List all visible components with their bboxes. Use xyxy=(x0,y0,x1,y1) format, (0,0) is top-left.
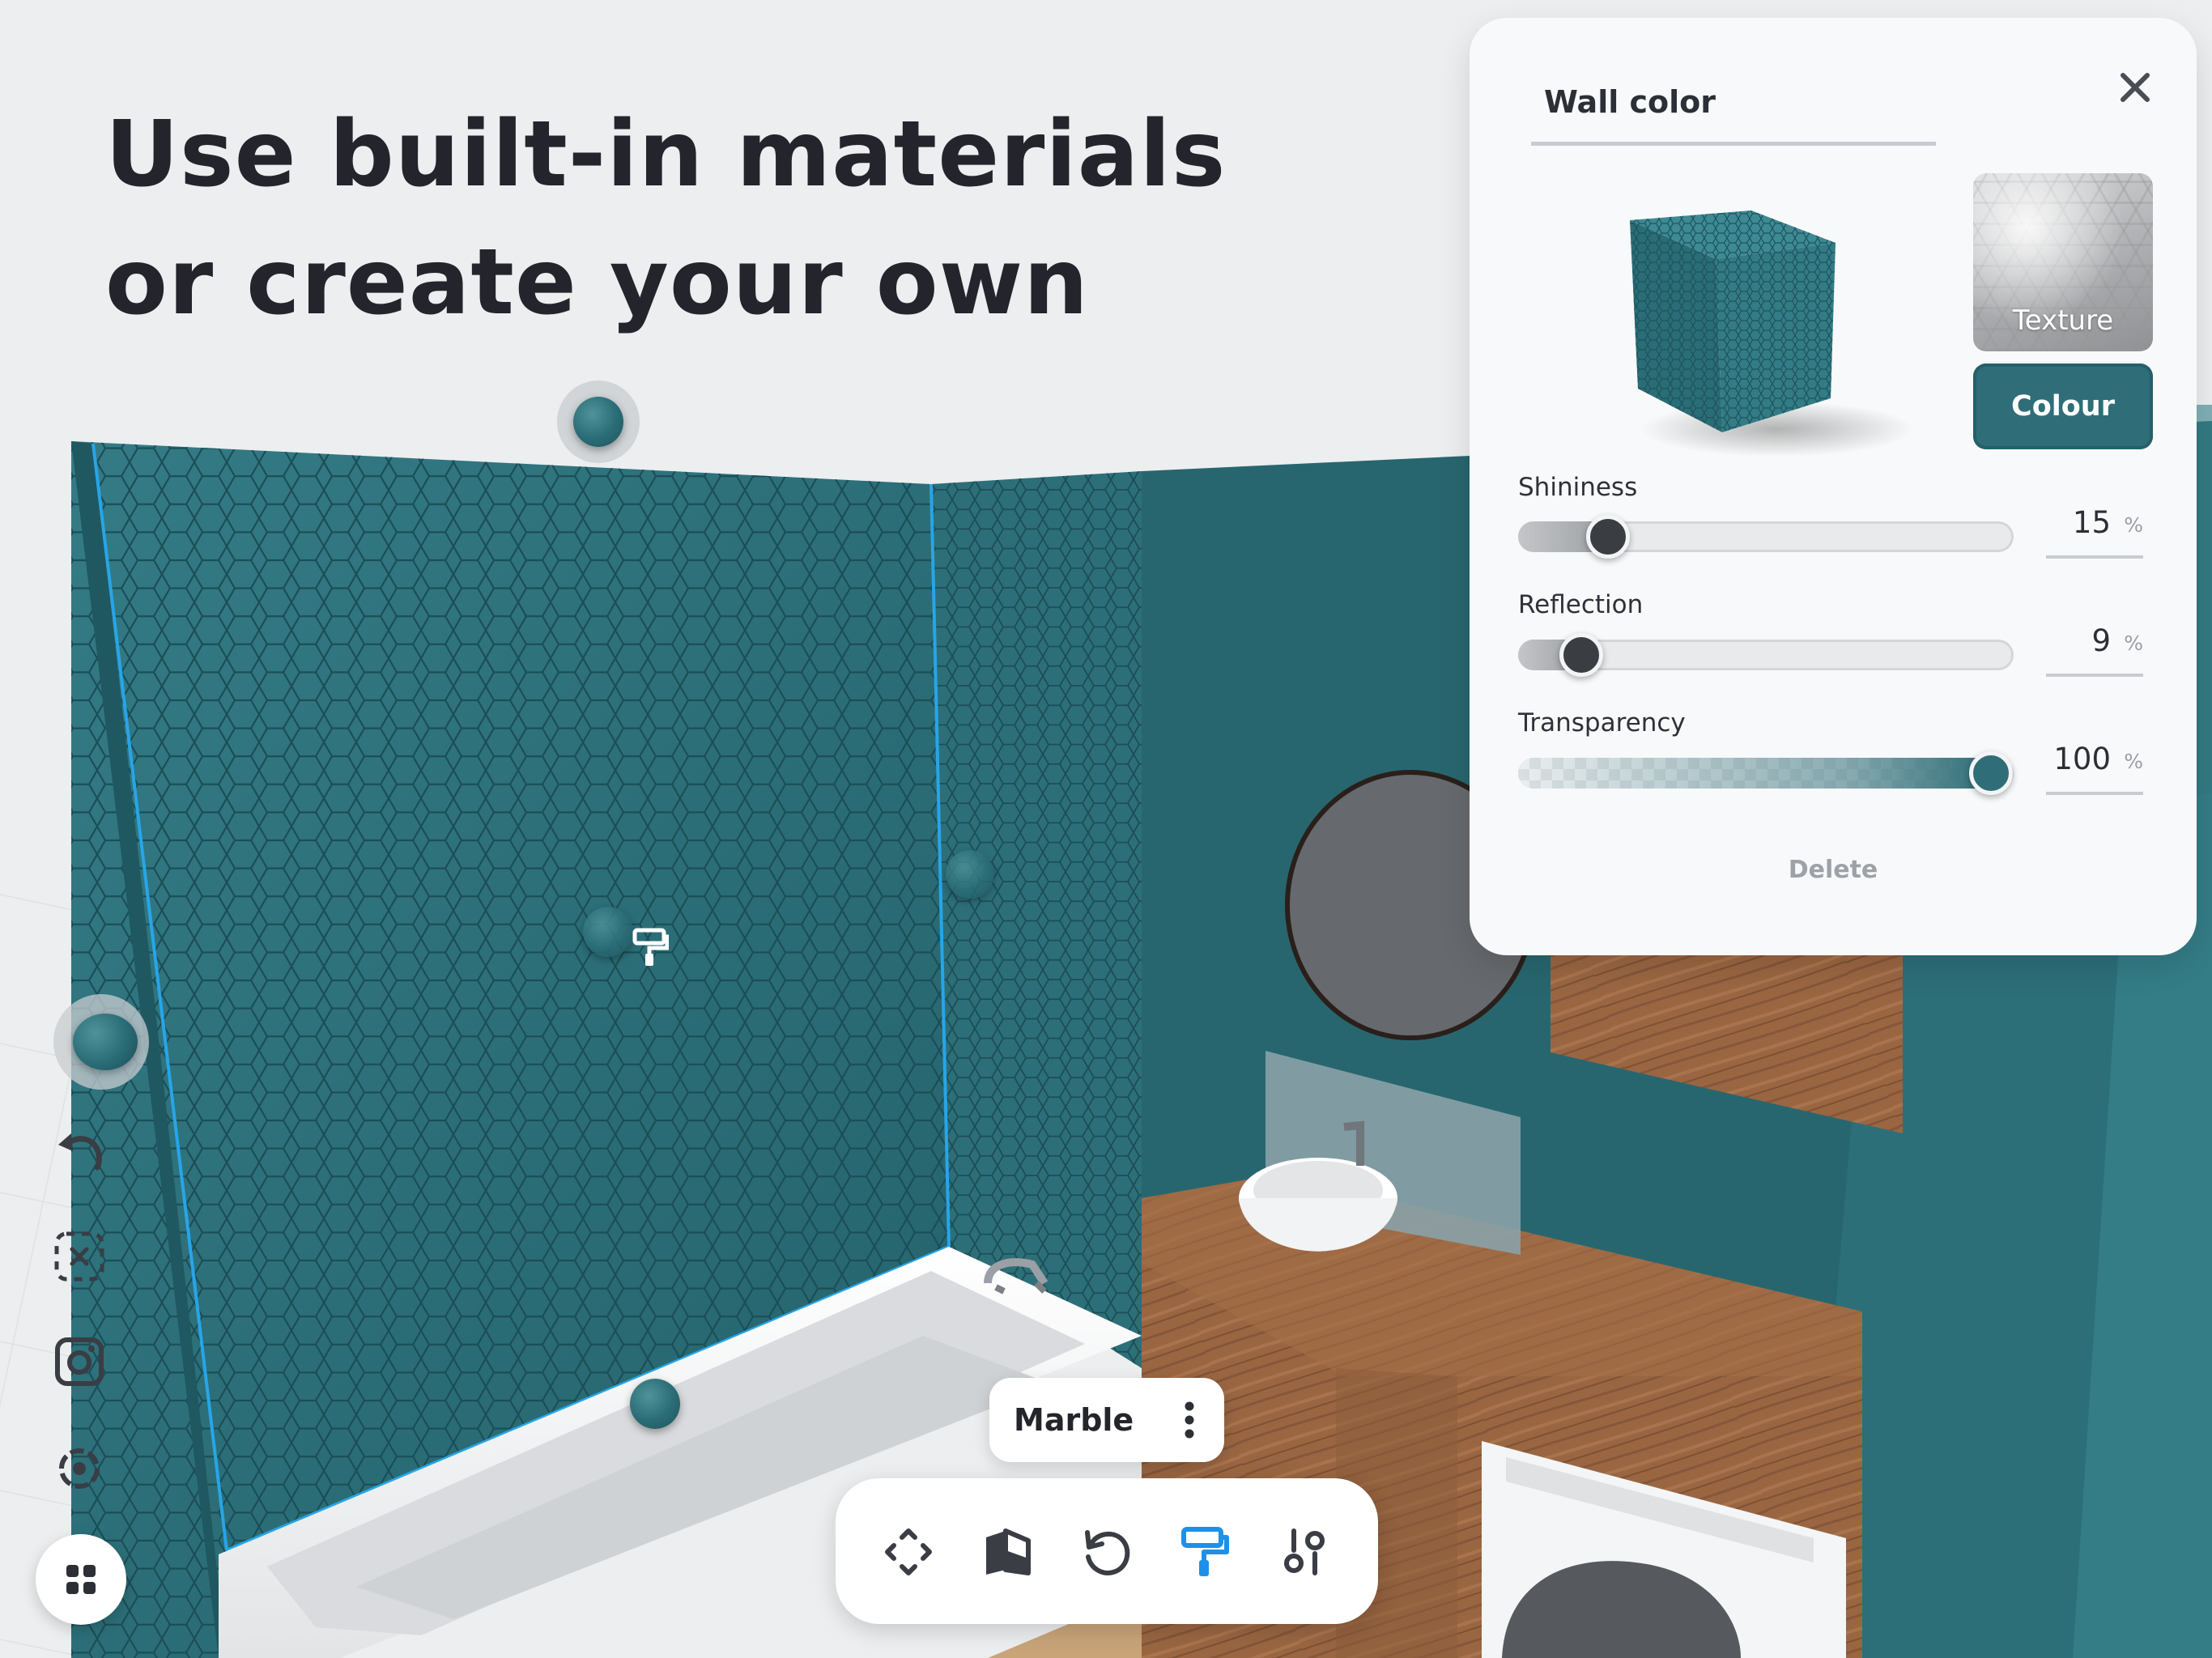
rotate-icon xyxy=(1085,1530,1130,1575)
transparency-slider-fill xyxy=(1518,758,1992,789)
material-button[interactable] xyxy=(971,1516,1044,1588)
focus-view-button[interactable] xyxy=(49,1438,110,1499)
camera-icon xyxy=(55,1337,104,1386)
close-button[interactable] xyxy=(2112,65,2158,110)
material-editor-panel: Wall color Texture Colour Shininess 15 %… xyxy=(1470,18,2197,955)
transparency-slider-thumb[interactable] xyxy=(1969,751,2014,795)
undo-icon xyxy=(58,1133,102,1171)
shininess-unit: % xyxy=(2124,513,2143,537)
transparency-value-field[interactable]: 100 % xyxy=(2046,738,2143,795)
colour-button[interactable]: Colour xyxy=(1973,363,2153,449)
rotate-button[interactable] xyxy=(1070,1516,1143,1588)
undo-button[interactable] xyxy=(49,1119,110,1180)
reflection-label: Reflection xyxy=(1518,590,1644,619)
move-icon xyxy=(885,1528,932,1575)
transparency-unit: % xyxy=(2124,750,2143,773)
promo-headline: Use built-in materials or create your ow… xyxy=(105,91,1320,346)
reflection-slider[interactable] xyxy=(1518,633,2014,677)
screenshot-button[interactable] xyxy=(49,1331,110,1392)
material-icon xyxy=(986,1528,1031,1575)
shininess-label: Shininess xyxy=(1518,473,1638,502)
material-options-button[interactable] xyxy=(1169,1394,1210,1446)
paint-button[interactable] xyxy=(1169,1516,1242,1588)
adjust-button[interactable] xyxy=(1269,1516,1342,1588)
apps-menu-button[interactable] xyxy=(36,1534,126,1625)
adjust-icon xyxy=(1284,1528,1325,1575)
paint-roller-cursor-icon xyxy=(632,927,670,967)
material-hotspot-wall-left[interactable] xyxy=(583,907,633,957)
shininess-value-field[interactable]: 15 % xyxy=(2046,502,2143,559)
material-hotspot-wall-top[interactable] xyxy=(573,397,623,447)
material-preview-cube xyxy=(1630,210,1915,457)
shininess-slider[interactable] xyxy=(1518,515,2014,559)
deselect-button[interactable] xyxy=(49,1226,110,1287)
shininess-slider-thumb[interactable] xyxy=(1586,515,1631,559)
more-vertical-icon xyxy=(1185,1401,1194,1439)
object-toolbar xyxy=(836,1478,1378,1624)
transparency-value: 100 xyxy=(2053,742,2111,776)
selected-material-chip[interactable]: Marble xyxy=(989,1378,1224,1462)
focus-target-icon xyxy=(59,1448,100,1489)
material-hotspot-wall-right[interactable] xyxy=(946,850,994,899)
texture-button[interactable]: Texture xyxy=(1973,173,2153,351)
transparency-label: Transparency xyxy=(1518,708,1686,738)
transparency-slider[interactable] xyxy=(1518,751,2014,795)
headline-line-1: Use built-in materials xyxy=(105,102,1227,207)
grid-menu-icon xyxy=(66,1565,96,1594)
close-icon xyxy=(2121,73,2150,102)
selected-material-name: Marble xyxy=(1014,1402,1134,1438)
delete-button[interactable]: Delete xyxy=(1470,856,2197,884)
material-ball-icon[interactable] xyxy=(73,1014,138,1070)
paint-roller-icon xyxy=(1181,1527,1229,1576)
deselect-icon xyxy=(54,1231,104,1282)
material-name-input[interactable]: Wall color xyxy=(1531,68,1936,146)
reflection-unit: % xyxy=(2124,631,2143,655)
reflection-value-field[interactable]: 9 % xyxy=(2046,620,2143,677)
reflection-value: 9 xyxy=(2091,623,2111,658)
move-button[interactable] xyxy=(872,1516,945,1588)
shininess-value: 15 xyxy=(2072,505,2111,540)
reflection-slider-thumb[interactable] xyxy=(1559,633,1603,677)
texture-label: Texture xyxy=(2012,304,2114,337)
headline-line-2: or create your own xyxy=(105,230,1089,335)
material-hotspot-tub[interactable] xyxy=(630,1379,680,1429)
